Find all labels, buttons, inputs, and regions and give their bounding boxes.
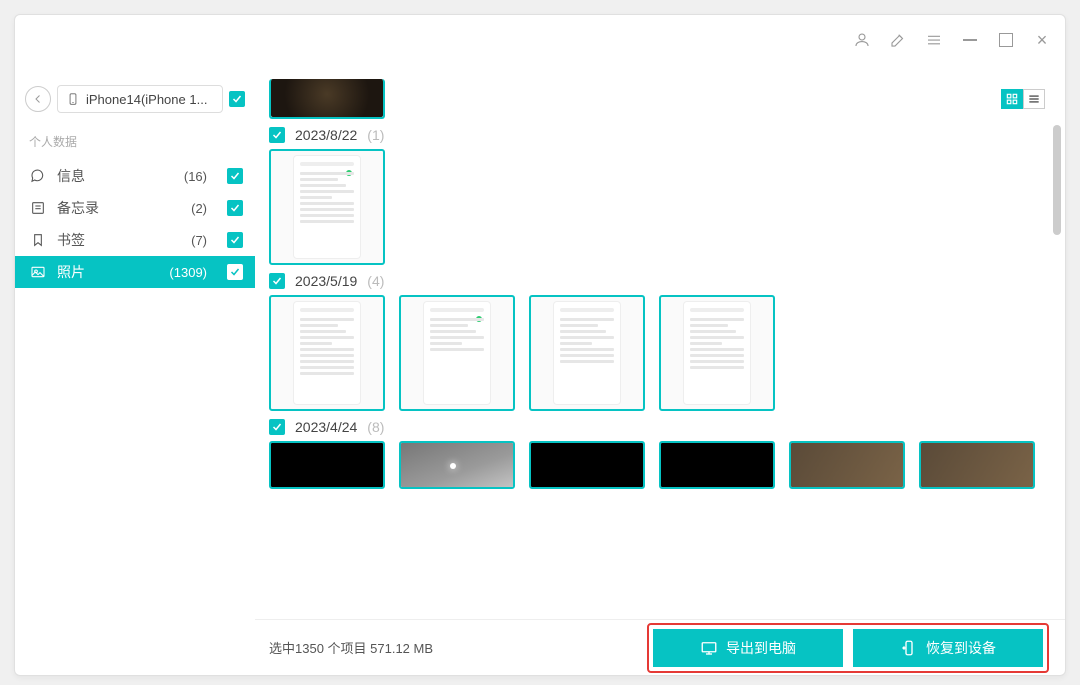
group-date: 2023/4/24 — [295, 419, 357, 435]
photo-thumbnail[interactable] — [659, 295, 775, 411]
photo-grid[interactable]: 2023/8/22 (1) 2023/5/19 (4) — [255, 65, 1065, 619]
app-window: × iPhone14(iPhone 1... 个人数据 信息 (16) — [14, 14, 1066, 676]
nav-label: 备忘录 — [57, 198, 181, 218]
group-date: 2023/5/19 — [295, 273, 357, 289]
footer: 选中1350 个项目 571.12 MB 导出到电脑 恢复到设备 — [255, 619, 1065, 675]
nav-count: (16) — [184, 169, 207, 184]
sidebar-item-messages[interactable]: 信息 (16) — [15, 160, 255, 192]
menu-icon[interactable] — [923, 29, 945, 51]
photo-thumbnail[interactable] — [269, 295, 385, 411]
sidebar-item-notes[interactable]: 备忘录 (2) — [15, 192, 255, 224]
photo-thumbnail[interactable] — [529, 295, 645, 411]
section-label: 个人数据 — [15, 127, 255, 160]
device-selector[interactable]: iPhone14(iPhone 1... — [57, 85, 223, 113]
restore-label: 恢复到设备 — [926, 638, 996, 658]
nav-checkbox[interactable] — [227, 168, 243, 184]
sidebar-item-bookmarks[interactable]: 书签 (7) — [15, 224, 255, 256]
back-button[interactable] — [25, 86, 51, 112]
nav-checkbox[interactable] — [227, 232, 243, 248]
nav-label: 信息 — [57, 166, 174, 186]
photos-icon — [29, 263, 47, 281]
export-to-computer-button[interactable]: 导出到电脑 — [653, 629, 843, 667]
edit-icon[interactable] — [887, 29, 909, 51]
main-panel: 2023/8/22 (1) 2023/5/19 (4) — [255, 65, 1065, 675]
device-name: iPhone14(iPhone 1... — [86, 92, 207, 107]
nav-count: (2) — [191, 201, 207, 216]
sidebar-item-photos[interactable]: 照片 (1309) — [15, 256, 255, 288]
maximize-button[interactable] — [995, 29, 1017, 51]
minimize-button[interactable] — [959, 29, 981, 51]
device-checkbox[interactable] — [229, 91, 245, 107]
account-icon[interactable] — [851, 29, 873, 51]
photo-thumbnail[interactable] — [269, 79, 385, 119]
nav-count: (1309) — [169, 265, 207, 280]
photo-thumbnail[interactable] — [269, 441, 385, 489]
group-checkbox[interactable] — [269, 273, 285, 289]
photo-thumbnail[interactable] — [789, 441, 905, 489]
selection-status: 选中1350 个项目 571.12 MB — [267, 638, 635, 657]
photo-thumbnail[interactable] — [919, 441, 1035, 489]
bookmark-icon — [29, 231, 47, 249]
notes-icon — [29, 199, 47, 217]
photo-thumbnail[interactable] — [399, 441, 515, 489]
group-count: (8) — [367, 419, 384, 435]
nav-label: 书签 — [57, 230, 181, 250]
photo-thumbnail[interactable] — [529, 441, 645, 489]
group-date: 2023/8/22 — [295, 127, 357, 143]
date-group-header[interactable]: 2023/5/19 (4) — [269, 273, 1045, 289]
group-checkbox[interactable] — [269, 127, 285, 143]
date-group-header[interactable]: 2023/4/24 (8) — [269, 419, 1045, 435]
nav-count: (7) — [191, 233, 207, 248]
nav-checkbox[interactable] — [227, 200, 243, 216]
photo-thumbnail[interactable] — [269, 149, 385, 265]
titlebar: × — [15, 15, 1065, 65]
group-count: (1) — [367, 127, 384, 143]
list-view-button[interactable] — [1023, 89, 1045, 109]
group-count: (4) — [367, 273, 384, 289]
grid-view-button[interactable] — [1001, 89, 1023, 109]
date-group-header[interactable]: 2023/8/22 (1) — [269, 127, 1045, 143]
export-label: 导出到电脑 — [726, 638, 796, 658]
nav-label: 照片 — [57, 262, 159, 282]
group-checkbox[interactable] — [269, 419, 285, 435]
close-button[interactable]: × — [1031, 29, 1053, 51]
sidebar: iPhone14(iPhone 1... 个人数据 信息 (16) 备忘录 (2… — [15, 65, 255, 675]
restore-to-device-button[interactable]: 恢复到设备 — [853, 629, 1043, 667]
action-highlight: 导出到电脑 恢复到设备 — [647, 623, 1049, 673]
photo-thumbnail[interactable] — [659, 441, 775, 489]
nav-checkbox[interactable] — [227, 264, 243, 280]
scrollbar[interactable] — [1053, 65, 1061, 675]
photo-thumbnail[interactable] — [399, 295, 515, 411]
scrollbar-thumb[interactable] — [1053, 125, 1061, 235]
message-icon — [29, 167, 47, 185]
